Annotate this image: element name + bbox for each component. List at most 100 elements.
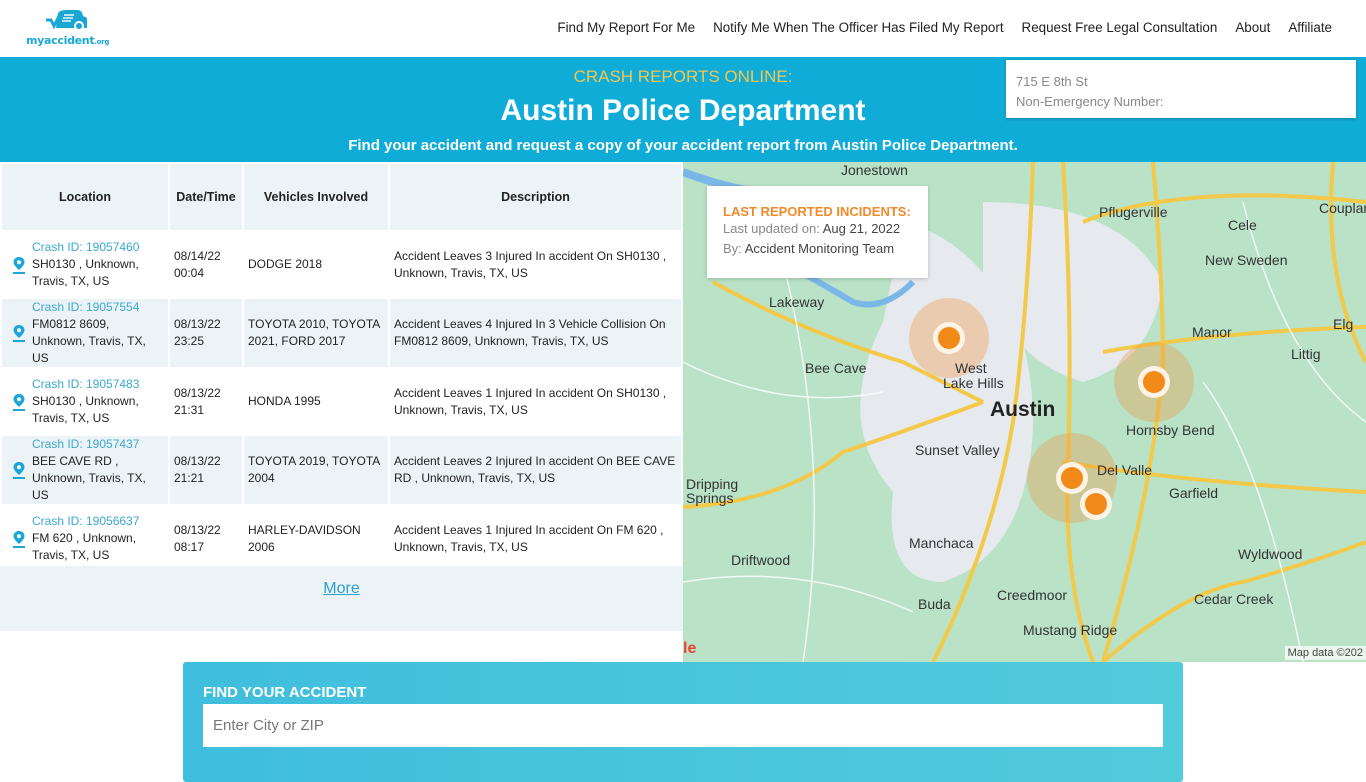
- map-place-label: Hornsby Bend: [1126, 422, 1215, 438]
- map-place-label: Lake Hills: [943, 375, 1004, 391]
- table-row[interactable]: Crash ID: 19057554 FM0812 8609, Unknown,…: [2, 299, 681, 367]
- map-attribution[interactable]: Map data ©202: [1284, 646, 1366, 660]
- map-place-label: Jonestown: [841, 162, 908, 178]
- table-row[interactable]: Crash ID: 19056637 FM 620 , Unknown, Tra…: [2, 506, 681, 571]
- main-nav: Find My Report For Me Notify Me When The…: [557, 20, 1332, 35]
- time-text: 21:31: [174, 402, 205, 417]
- vehicles-cell: DODGE 2018: [248, 257, 323, 271]
- address-text: 715 E 8th St: [1016, 74, 1088, 89]
- car-logo-icon: [46, 10, 87, 31]
- more-link[interactable]: More: [323, 580, 359, 597]
- map-place-label: Cedar Creek: [1194, 591, 1274, 607]
- map-place-label: Driftwood: [731, 552, 791, 568]
- location-text: SH0130 , Unknown, Travis, TX, US: [32, 394, 139, 425]
- map-place-label: Creedmoor: [997, 587, 1068, 603]
- map-place-label: Buda: [918, 596, 951, 612]
- table-row[interactable]: Crash ID: 19057437 BEE CAVE RD , Unknown…: [2, 436, 681, 504]
- crash-table-panel: Location Date/Time Vehicles Involved Des…: [0, 162, 683, 632]
- map-place-label: Del Valle: [1097, 462, 1152, 478]
- map-place-label: Manor: [1192, 324, 1232, 340]
- column-header-description: Description: [390, 164, 681, 230]
- map-place-label: Lakeway: [769, 294, 825, 310]
- nav-legal-consultation[interactable]: Request Free Legal Consultation: [1022, 20, 1218, 35]
- map-pin-icon[interactable]: [12, 461, 26, 479]
- datetime-cell: 08/13/22 08:17: [170, 506, 242, 571]
- vehicles-cell: TOYOTA 2010, TOYOTA 2021, FORD 2017: [244, 299, 388, 367]
- last-incidents-card: LAST REPORTED INCIDENTS: Last updated on…: [707, 186, 928, 278]
- date-text: 08/13/22: [174, 522, 221, 537]
- date-text: 08/14/22: [174, 248, 221, 263]
- datetime-cell: 08/14/22 00:04: [170, 232, 242, 297]
- map-place-label: Couplan: [1319, 200, 1366, 216]
- time-text: 21:21: [174, 471, 205, 485]
- nav-about[interactable]: About: [1235, 20, 1270, 35]
- time-text: 00:04: [174, 265, 205, 280]
- datetime-cell: 08/13/22 21:21: [170, 436, 242, 504]
- table-header-row: Location Date/Time Vehicles Involved Des…: [2, 164, 681, 230]
- map-place-label: Sunset Valley: [915, 442, 1000, 458]
- map-place-label: Pflugerville: [1099, 204, 1168, 220]
- location-text: FM0812 8609, Unknown, Travis, TX, US: [32, 317, 146, 365]
- map-pin-icon[interactable]: [12, 393, 26, 411]
- description-cell: Accident Leaves 1 Injured In accident On…: [394, 385, 667, 417]
- city-zip-input[interactable]: [203, 704, 1163, 747]
- vehicles-cell: HONDA 1995: [248, 394, 321, 408]
- vehicles-cell: TOYOTA 2019, TOYOTA 2004: [244, 436, 388, 504]
- date-text: 08/13/22: [174, 317, 221, 331]
- table-row[interactable]: Crash ID: 19057460 SH0130 , Unknown, Tra…: [2, 232, 681, 297]
- address-card: 715 E 8th St Non-Emergency Number:: [1006, 60, 1356, 118]
- hero-subtitle: Find your accident and request a copy of…: [348, 137, 1018, 154]
- table-row[interactable]: Crash ID: 19057483 SH0130 , Unknown, Tra…: [2, 369, 681, 434]
- map-pin-icon[interactable]: [12, 256, 26, 274]
- map-pin-icon[interactable]: [12, 530, 26, 548]
- updated-by: By: Accident Monitoring Team: [723, 241, 895, 256]
- site-logo[interactable]: myaccident.org: [26, 8, 110, 50]
- nav-notify-me[interactable]: Notify Me When The Officer Has Filed My …: [713, 20, 1003, 35]
- incident-marker[interactable]: [1085, 493, 1107, 515]
- map-place-label: Manchaca: [909, 535, 974, 551]
- logo-text: myaccident.org: [26, 34, 110, 47]
- crash-id-link[interactable]: Crash ID: 19057483: [32, 376, 164, 393]
- time-text: 23:25: [174, 334, 205, 348]
- top-navbar: myaccident.org Find My Report For Me Not…: [0, 0, 1366, 57]
- phone-label: Non-Emergency Number:: [1016, 94, 1164, 109]
- map-place-label: Wyldwood: [1238, 546, 1303, 562]
- description-cell: Accident Leaves 3 Injured In accident On…: [394, 248, 667, 280]
- google-logo: le: [683, 640, 697, 657]
- column-header-datetime: Date/Time: [170, 164, 242, 230]
- map-place-label: Austin: [990, 398, 1056, 421]
- location-text: FM 620 , Unknown, Travis, TX, US: [32, 531, 137, 562]
- column-header-vehicles: Vehicles Involved: [244, 164, 388, 230]
- map-place-label: Bee Cave: [805, 360, 867, 376]
- description-cell: Accident Leaves 4 Injured In 3 Vehicle C…: [390, 299, 681, 367]
- crash-id-link[interactable]: Crash ID: 19056637: [32, 513, 164, 530]
- map-place-label: Springs: [686, 490, 734, 506]
- nav-find-my-report[interactable]: Find My Report For Me: [557, 20, 695, 35]
- map-place-label: Littig: [1291, 346, 1321, 362]
- column-header-location: Location: [2, 164, 168, 230]
- description-cell: Accident Leaves 1 Injured In accident On…: [394, 522, 664, 554]
- location-cell: Crash ID: 19057437 BEE CAVE RD , Unknown…: [2, 436, 168, 504]
- crash-id-link[interactable]: Crash ID: 19057460: [32, 239, 164, 256]
- map-pin-icon[interactable]: [12, 324, 26, 342]
- incident-map[interactable]: Jonestown Pflugerville Cele Couplan New Swed…: [683, 162, 1366, 662]
- map-place-label: Elg: [1333, 316, 1354, 332]
- crash-id-link[interactable]: Crash ID: 19057437: [32, 436, 164, 453]
- find-accident-title: FIND YOUR ACCIDENT: [203, 684, 367, 701]
- map-place-label: Garfield: [1169, 485, 1219, 501]
- more-row: More: [0, 566, 683, 631]
- location-cell: Crash ID: 19057554 FM0812 8609, Unknown,…: [2, 299, 168, 367]
- incident-marker[interactable]: [1061, 467, 1083, 489]
- location-text: SH0130 , Unknown, Travis, TX, US: [32, 257, 139, 288]
- last-incidents-title: LAST REPORTED INCIDENTS:: [723, 204, 911, 219]
- vehicles-cell: HARLEY-DAVIDSON 2006: [248, 522, 361, 554]
- nav-affiliate[interactable]: Affiliate: [1288, 20, 1332, 35]
- incident-marker[interactable]: [1143, 371, 1165, 393]
- find-accident-panel: FIND YOUR ACCIDENT: [183, 662, 1183, 782]
- crash-id-link[interactable]: Crash ID: 19057554: [32, 299, 164, 316]
- location-cell: Crash ID: 19057460 SH0130 , Unknown, Tra…: [2, 232, 168, 297]
- last-updated: Last updated on: Aug 21, 2022: [723, 221, 901, 236]
- date-text: 08/13/22: [174, 454, 221, 468]
- description-cell: Accident Leaves 2 Injured In accident On…: [390, 436, 681, 504]
- incident-marker[interactable]: [938, 327, 960, 349]
